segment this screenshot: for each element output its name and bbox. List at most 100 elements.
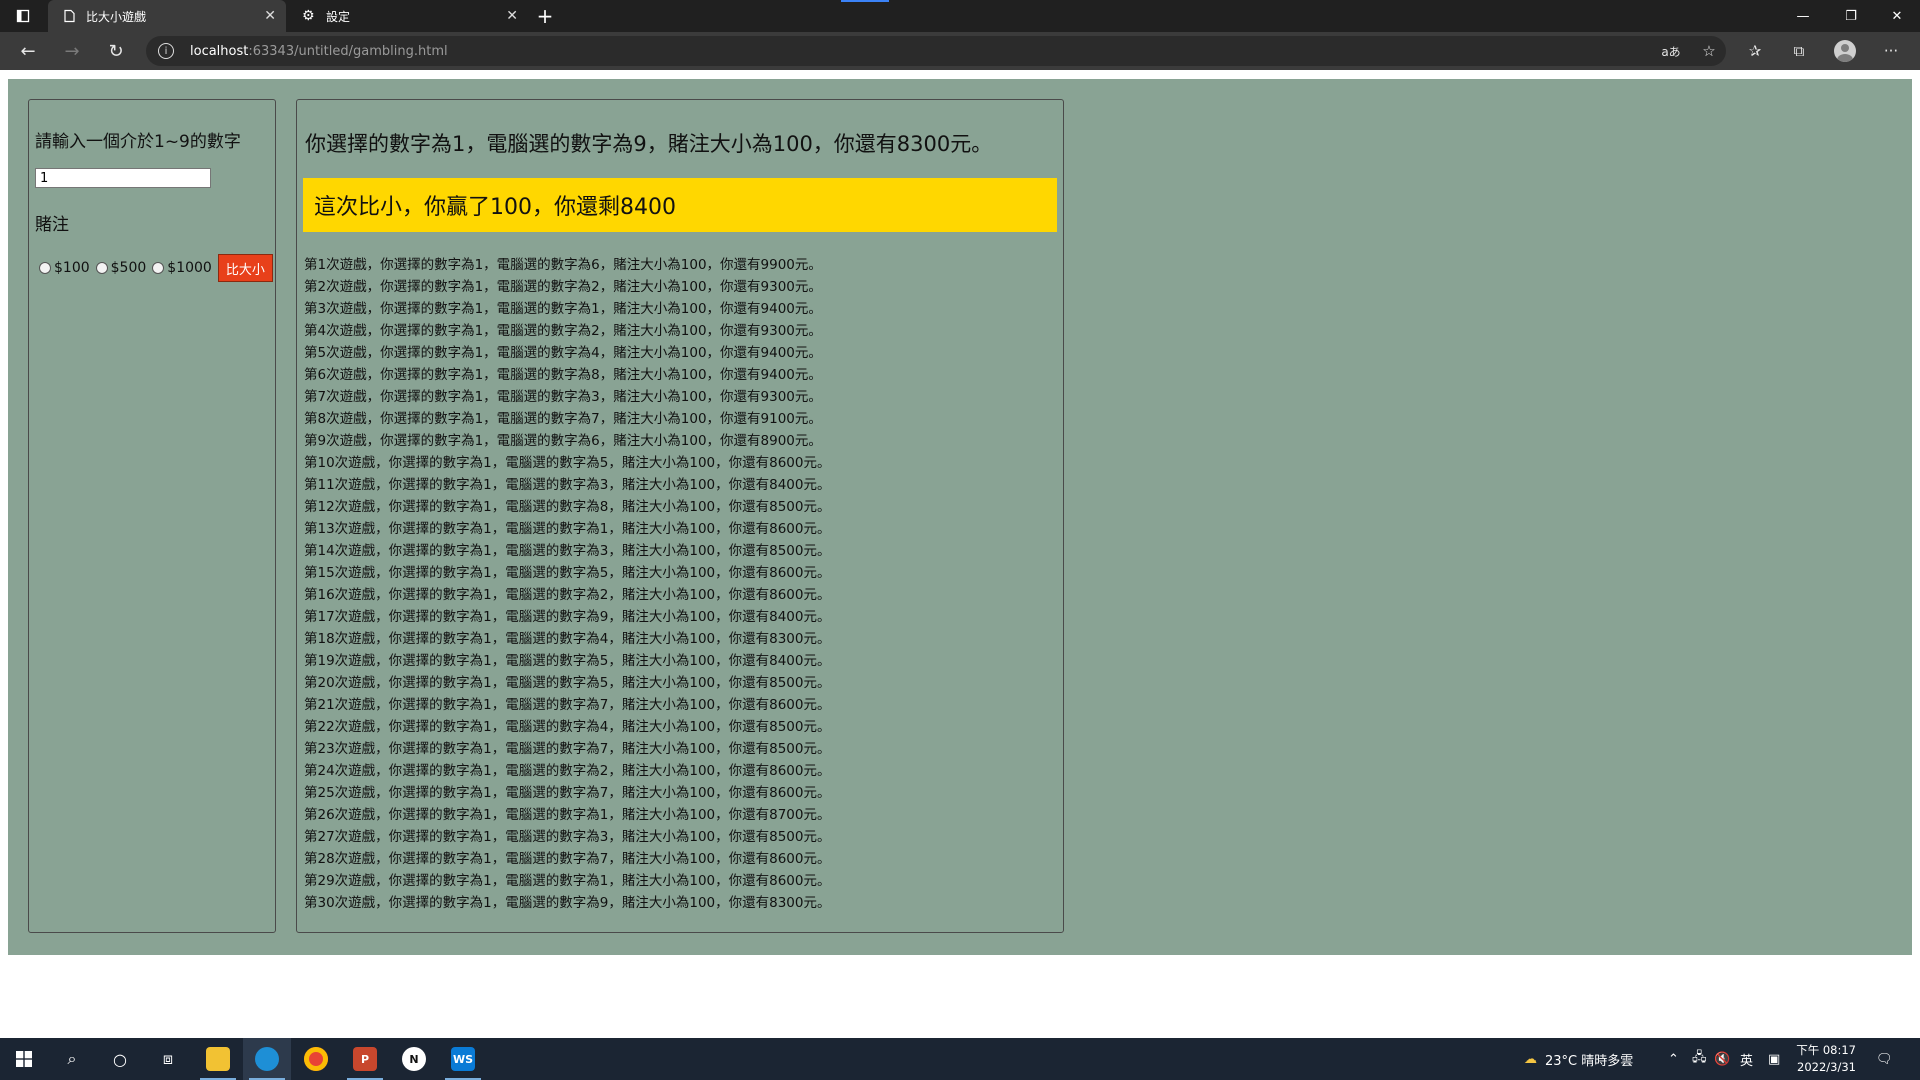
edge-icon[interactable] bbox=[243, 1038, 291, 1080]
number-input[interactable] bbox=[35, 168, 211, 188]
history-line: 第28次遊戲，你選擇的數字為1，電腦選的數字為7，賭注大小為100，你還有860… bbox=[304, 851, 831, 867]
ime-indicator[interactable]: 英 bbox=[1740, 1038, 1753, 1080]
search-icon[interactable]: ⌕ bbox=[48, 1038, 96, 1080]
radio-button[interactable] bbox=[95, 262, 108, 274]
input-method-icon[interactable]: ▣ bbox=[1768, 1038, 1780, 1080]
add-favorite-icon[interactable]: ☆ bbox=[1698, 40, 1720, 62]
tab-settings[interactable]: ⚙ 設定 ✕ bbox=[288, 0, 528, 32]
clock-time: 下午 08:17 bbox=[1796, 1043, 1856, 1057]
history-line: 第24次遊戲，你選擇的數字為1，電腦選的數字為2，賭注大小為100，你還有860… bbox=[304, 763, 831, 779]
tab-gambling[interactable]: 比大小遊戲 ✕ bbox=[48, 0, 286, 32]
history-line: 第9次遊戲，你選擇的數字為1，電腦選的數字為6，賭注大小為100，你還有8900… bbox=[304, 433, 822, 449]
history-line: 第17次遊戲，你選擇的數字為1，電腦選的數字為9，賭注大小為100，你還有840… bbox=[304, 609, 831, 625]
minimize-icon[interactable]: — bbox=[1780, 0, 1826, 32]
history-line: 第4次遊戲，你選擇的數字為1，電腦選的數字為2，賭注大小為100，你還有9300… bbox=[304, 323, 822, 339]
history-line: 第14次遊戲，你選擇的數字為1，電腦選的數字為3，賭注大小為100，你還有850… bbox=[304, 543, 831, 559]
history-line: 第30次遊戲，你選擇的數字為1，電腦選的數字為9，賭注大小為100，你還有830… bbox=[304, 895, 831, 911]
bet-option-label: $100 bbox=[54, 260, 90, 276]
notifications-icon[interactable]: 🗨 bbox=[1876, 1038, 1893, 1080]
refresh-icon[interactable]: ↻ bbox=[102, 37, 130, 65]
close-tab-icon[interactable]: ✕ bbox=[264, 8, 276, 24]
webstorm-icon[interactable]: WS bbox=[439, 1038, 487, 1080]
game-history-list: 第1次遊戲，你選擇的數字為1，電腦選的數字為6，賭注大小為100，你還有9900… bbox=[304, 254, 1044, 914]
bet-option-1000[interactable]: $1000 bbox=[152, 260, 212, 276]
read-aloud-icon[interactable]: aあ bbox=[1660, 40, 1682, 62]
history-line: 第7次遊戲，你選擇的數字為1，電腦選的數字為3，賭注大小為100，你還有9300… bbox=[304, 389, 822, 405]
history-line: 第18次遊戲，你選擇的數字為1，電腦選的數字為4，賭注大小為100，你還有830… bbox=[304, 631, 831, 647]
show-hidden-icons-icon[interactable]: ⌃ bbox=[1668, 1038, 1679, 1080]
page-content: 請輸入一個介於1~9的數字 賭注 $100 $500 $1000 比大小 bbox=[0, 70, 1920, 1038]
bet-option-100[interactable]: $100 bbox=[39, 260, 90, 276]
browser-toolbar: ← → ↻ i localhost :63343/untitled/gambli… bbox=[0, 32, 1920, 70]
bet-options: $100 $500 $1000 比大小 bbox=[39, 254, 273, 282]
history-line: 第29次遊戲，你選擇的數字為1，電腦選的數字為1，賭注大小為100，你還有860… bbox=[304, 873, 831, 889]
address-bar[interactable]: i localhost :63343/untitled/gambling.htm… bbox=[146, 36, 1726, 66]
history-line: 第22次遊戲，你選擇的數字為1，電腦選的數字為4，賭注大小為100，你還有850… bbox=[304, 719, 831, 735]
notion-icon[interactable]: N bbox=[390, 1038, 438, 1080]
history-line: 第27次遊戲，你選擇的數字為1，電腦選的數字為3，賭注大小為100，你還有850… bbox=[304, 829, 831, 845]
result-banner: 這次比小，你贏了100，你還剩8400 bbox=[303, 178, 1057, 232]
history-line: 第16次遊戲，你選擇的數字為1，電腦選的數字為2，賭注大小為100，你還有860… bbox=[304, 587, 831, 603]
bet-option-500[interactable]: $500 bbox=[95, 260, 146, 276]
history-line: 第23次遊戲，你選擇的數字為1，電腦選的數字為7，賭注大小為100，你還有850… bbox=[304, 741, 831, 757]
clock[interactable]: 下午 08:17 2022/3/31 bbox=[1796, 1042, 1856, 1076]
history-line: 第8次遊戲，你選擇的數字為1，電腦選的數字為7，賭注大小為100，你還有9100… bbox=[304, 411, 822, 427]
url-path: :63343/untitled/gambling.html bbox=[248, 43, 448, 59]
radio-button[interactable] bbox=[152, 262, 165, 274]
task-view-icon[interactable]: ⧈ bbox=[144, 1038, 192, 1080]
url-host: localhost bbox=[190, 43, 249, 59]
bet-option-label: $1000 bbox=[167, 260, 212, 276]
compare-button[interactable]: 比大小 bbox=[217, 254, 273, 282]
close-tab-icon[interactable]: ✕ bbox=[506, 8, 518, 24]
history-line: 第20次遊戲，你選擇的數字為1，電腦選的數字為5，賭注大小為100，你還有850… bbox=[304, 675, 831, 691]
tab-label: 比大小遊戲 bbox=[86, 9, 147, 24]
history-line: 第12次遊戲，你選擇的數字為1，電腦選的數字為8，賭注大小為100，你還有850… bbox=[304, 499, 831, 515]
restore-icon[interactable]: ❐ bbox=[1828, 0, 1874, 32]
bet-label: 賭注 bbox=[35, 215, 69, 235]
history-line: 第11次遊戲，你選擇的數字為1，電腦選的數字為3，賭注大小為100，你還有840… bbox=[304, 477, 831, 493]
history-line: 第26次遊戲，你選擇的數字為1，電腦選的數字為1，賭注大小為100，你還有870… bbox=[304, 807, 831, 823]
loading-indicator bbox=[841, 0, 889, 2]
tab-actions-icon[interactable] bbox=[0, 0, 46, 32]
round-summary: 你選擇的數字為1，電腦選的數字為9，賭注大小為100，你還有8300元。 bbox=[305, 132, 993, 156]
radio-button[interactable] bbox=[39, 262, 51, 274]
network-icon[interactable]: 🖧 bbox=[1692, 1038, 1707, 1080]
file-explorer-icon[interactable] bbox=[194, 1038, 242, 1080]
history-line: 第10次遊戲，你選擇的數字為1，電腦選的數字為5，賭注大小為100，你還有860… bbox=[304, 455, 831, 471]
powerpoint-icon[interactable]: P bbox=[341, 1038, 389, 1080]
gear-icon: ⚙ bbox=[302, 8, 315, 24]
chrome-icon[interactable] bbox=[292, 1038, 340, 1080]
close-window-icon[interactable]: ✕ bbox=[1874, 0, 1920, 32]
control-panel: 請輸入一個介於1~9的數字 賭注 $100 $500 $1000 比大小 bbox=[28, 99, 276, 933]
history-line: 第15次遊戲，你選擇的數字為1，電腦選的數字為5，賭注大小為100，你還有860… bbox=[304, 565, 831, 581]
history-line: 第2次遊戲，你選擇的數字為1，電腦選的數字為2，賭注大小為100，你還有9300… bbox=[304, 279, 822, 295]
game-area: 請輸入一個介於1~9的數字 賭注 $100 $500 $1000 比大小 bbox=[8, 79, 1912, 955]
back-icon[interactable]: ← bbox=[14, 37, 42, 65]
cortana-icon[interactable]: ○ bbox=[96, 1038, 144, 1080]
clock-date: 2022/3/31 bbox=[1797, 1060, 1856, 1074]
number-prompt-label: 請輸入一個介於1~9的數字 bbox=[35, 132, 241, 152]
weather-text: 23°C 晴時多雲 bbox=[1545, 1053, 1634, 1069]
forward-icon[interactable]: → bbox=[58, 37, 86, 65]
history-line: 第19次遊戲，你選擇的數字為1，電腦選的數字為5，賭注大小為100，你還有840… bbox=[304, 653, 831, 669]
favorites-icon[interactable]: ✰ bbox=[1744, 40, 1766, 62]
volume-muted-icon[interactable]: 🔇 bbox=[1714, 1038, 1730, 1080]
start-icon[interactable] bbox=[0, 1038, 48, 1080]
history-line: 第6次遊戲，你選擇的數字為1，電腦選的數字為8，賭注大小為100，你還有9400… bbox=[304, 367, 822, 383]
tab-label: 設定 bbox=[326, 9, 351, 24]
history-line: 第25次遊戲，你選擇的數字為1，電腦選的數字為7，賭注大小為100，你還有860… bbox=[304, 785, 831, 801]
history-line: 第13次遊戲，你選擇的數字為1，電腦選的數字為1，賭注大小為100，你還有860… bbox=[304, 521, 831, 537]
history-line: 第21次遊戲，你選擇的數字為1，電腦選的數字為7，賭注大小為100，你還有860… bbox=[304, 697, 831, 713]
browser-tab-strip: 比大小遊戲 ✕ ⚙ 設定 ✕ + — ❐ ✕ bbox=[0, 0, 1920, 32]
profile-avatar[interactable] bbox=[1834, 40, 1856, 62]
results-panel: 你選擇的數字為1，電腦選的數字為9，賭注大小為100，你還有8300元。 這次比… bbox=[296, 99, 1064, 933]
weather-icon: ☁ bbox=[1524, 1051, 1537, 1067]
history-line: 第3次遊戲，你選擇的數字為1，電腦選的數字為1，賭注大小為100，你還有9400… bbox=[304, 301, 822, 317]
site-info-icon[interactable]: i bbox=[158, 43, 174, 59]
more-options-icon[interactable]: ··· bbox=[1880, 40, 1902, 62]
collections-icon[interactable]: ⧉ bbox=[1788, 40, 1810, 62]
new-tab-button[interactable]: + bbox=[532, 4, 558, 28]
taskbar: ⌕ ○ ⧈ P N WS ☁ 23°C 晴時多雲 ⌃ 🖧 🔇 英 ▣ 下午 08… bbox=[0, 1038, 1920, 1080]
weather-widget[interactable]: ☁ 23°C 晴時多雲 bbox=[1524, 1038, 1633, 1080]
page-icon bbox=[64, 9, 75, 23]
